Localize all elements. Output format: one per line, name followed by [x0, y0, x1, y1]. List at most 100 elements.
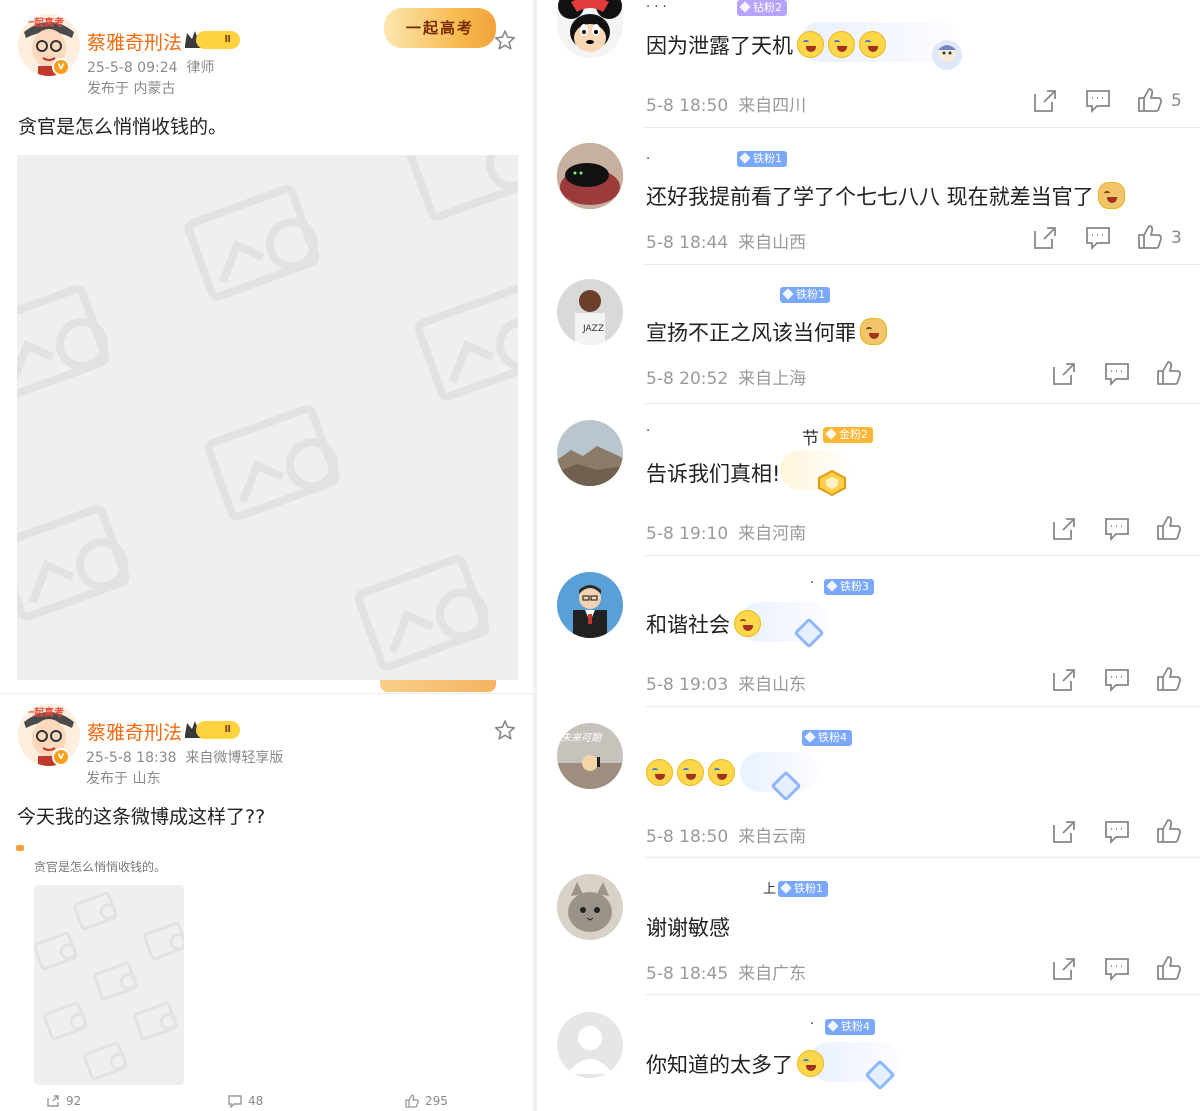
share-icon[interactable]	[1051, 667, 1077, 693]
comment-time: 5-8 18:50	[646, 96, 729, 116]
comment-icon[interactable]	[1104, 819, 1130, 845]
comment-icon[interactable]	[1104, 667, 1130, 693]
commenter-name[interactable]: ·	[646, 424, 650, 439]
laugh-cry-emoji-icon	[797, 31, 824, 58]
fan-badge: 铁粉3	[824, 579, 874, 595]
comment-icon[interactable]	[1104, 516, 1130, 542]
comment-separator	[645, 403, 1200, 404]
share-icon[interactable]	[1051, 361, 1077, 387]
author-name[interactable]: 蔡雅奇刑法	[87, 28, 182, 55]
thumbs-up-icon[interactable]	[1156, 955, 1182, 981]
commenter-name-tail: 节	[802, 429, 819, 449]
comment-like-count: 3	[1171, 228, 1182, 248]
comment-text-content: 还好我提前看了学了个七七八八 现在就差当官了	[646, 185, 1094, 209]
verified-icon: v	[52, 748, 70, 766]
comment-source: 来自广东	[738, 964, 807, 984]
share-icon[interactable]	[1051, 819, 1077, 845]
commenter-avatar[interactable]	[557, 874, 623, 940]
comment-time: 5-8 19:10	[646, 524, 729, 544]
doge-emoji-icon	[1097, 182, 1125, 209]
fan-badge: 铁粉1	[780, 287, 830, 303]
fan-badge-label: 铁粉1	[796, 288, 825, 301]
commenter-name[interactable]: ·	[810, 576, 814, 591]
comment-icon[interactable]	[1085, 225, 1111, 251]
comment-text: 还好我提前看了学了个七七八八 现在就差当官了	[646, 181, 1125, 211]
fan-badge-label: 铁粉1	[753, 152, 782, 165]
image-placeholder[interactable]	[17, 155, 518, 680]
commenter-avatar[interactable]: JAZZ	[557, 279, 623, 345]
commenter-avatar[interactable]: 未来可期	[557, 723, 623, 789]
laugh-cry-emoji-icon	[708, 759, 735, 786]
banner-edge	[380, 680, 496, 692]
post-meta: 25-5-8 18:38 来自微博轻享版	[86, 747, 283, 767]
comment-icon	[228, 1095, 242, 1108]
comment-like-count: 5	[1171, 91, 1182, 111]
thumbs-up-icon[interactable]	[1137, 224, 1163, 250]
comment-icon[interactable]	[1104, 361, 1130, 387]
author-avatar[interactable]: 一起高考	[18, 14, 80, 76]
comment-icon[interactable]	[1104, 956, 1130, 982]
commenter-avatar[interactable]	[557, 1012, 623, 1078]
comment-text: 宣扬不正之风该当何罪	[646, 317, 887, 347]
comment-source: 来自云南	[738, 827, 807, 847]
commenter-name[interactable]: · · ·	[646, 0, 667, 15]
quoted-image-placeholder[interactable]	[34, 885, 184, 1085]
comment-source: 来自四川	[738, 96, 807, 116]
share-icon[interactable]	[1032, 88, 1058, 114]
share-icon[interactable]	[1051, 956, 1077, 982]
commenter-name[interactable]: ·	[646, 152, 650, 167]
repost-stat[interactable]: 92	[46, 1094, 81, 1108]
comment-meta: 5-8 18:44 来自山西	[646, 228, 816, 253]
star-icon[interactable]	[494, 29, 516, 51]
comment-meta: 5-8 19:03 来自山东	[646, 670, 816, 695]
thumbs-up-icon[interactable]	[1156, 818, 1182, 844]
fan-badge-label: 金粉2	[839, 428, 868, 441]
comment-text: 和谐社会	[646, 609, 761, 639]
share-icon	[47, 1095, 59, 1107]
comment-text-content: 因为泄露了天机	[646, 34, 793, 58]
thumbs-up-icon	[405, 1094, 419, 1108]
comment-time: 5-8 19:03	[646, 675, 729, 695]
comment-time: 5-8 18:50	[646, 827, 729, 847]
thumbs-up-icon[interactable]	[1137, 87, 1163, 113]
gold-medal-icon	[818, 470, 846, 496]
post-tag: 律师	[186, 60, 215, 76]
post-location: 发布于 内蒙古	[87, 81, 176, 97]
fan-badge: 铁粉4	[802, 730, 852, 746]
comment-source: 来自山东	[738, 675, 807, 695]
comment-stat[interactable]: 48	[228, 1094, 263, 1108]
thumbs-up-icon[interactable]	[1156, 515, 1182, 541]
comment-time: 5-8 20:52	[646, 369, 729, 389]
commenter-avatar[interactable]	[557, 420, 623, 486]
comment-text: 谢谢敏感	[646, 916, 730, 940]
fan-badge-label: 铁粉3	[840, 580, 869, 593]
fan-badge-label: 铁粉1	[794, 882, 823, 895]
thumbs-up-icon[interactable]	[1156, 666, 1182, 692]
orange-mark	[16, 845, 24, 851]
commenter-name[interactable]: ·	[810, 1017, 814, 1032]
post-meta: 25-5-8 09:24 律师	[87, 57, 214, 77]
thumbs-up-icon[interactable]	[1156, 360, 1182, 386]
author-name[interactable]: 蔡雅奇刑法	[87, 718, 182, 745]
commenter-avatar[interactable]	[557, 572, 623, 638]
post-text: 今天我的这条微博成这样了??	[17, 806, 266, 828]
commenter-avatar[interactable]	[557, 0, 623, 58]
svg-text:JAZZ: JAZZ	[582, 324, 604, 334]
share-icon[interactable]	[1051, 516, 1077, 542]
comment-text-content: 宣扬不正之风该当何罪	[646, 321, 856, 345]
comment-separator	[645, 857, 1200, 858]
author-avatar[interactable]: 一起高考	[18, 704, 80, 766]
comment-meta: 5-8 20:52 来自上海	[646, 364, 816, 389]
commenter-name[interactable]: 上	[763, 878, 776, 897]
comment-icon[interactable]	[1085, 88, 1111, 114]
commenter-avatar[interactable]	[557, 143, 623, 209]
share-icon[interactable]	[1032, 225, 1058, 251]
comment-separator	[645, 555, 1200, 556]
comment-meta: 5-8 18:50 来自四川	[646, 91, 816, 116]
like-stat[interactable]: 295	[405, 1094, 448, 1108]
comment-text: 你知道的太多了	[646, 1049, 824, 1079]
comment-meta: 5-8 18:50 来自云南	[646, 822, 816, 847]
comment-text-content: 和谐社会	[646, 613, 730, 637]
star-icon[interactable]	[494, 719, 516, 741]
comment-time: 5-8 18:44	[646, 233, 729, 253]
